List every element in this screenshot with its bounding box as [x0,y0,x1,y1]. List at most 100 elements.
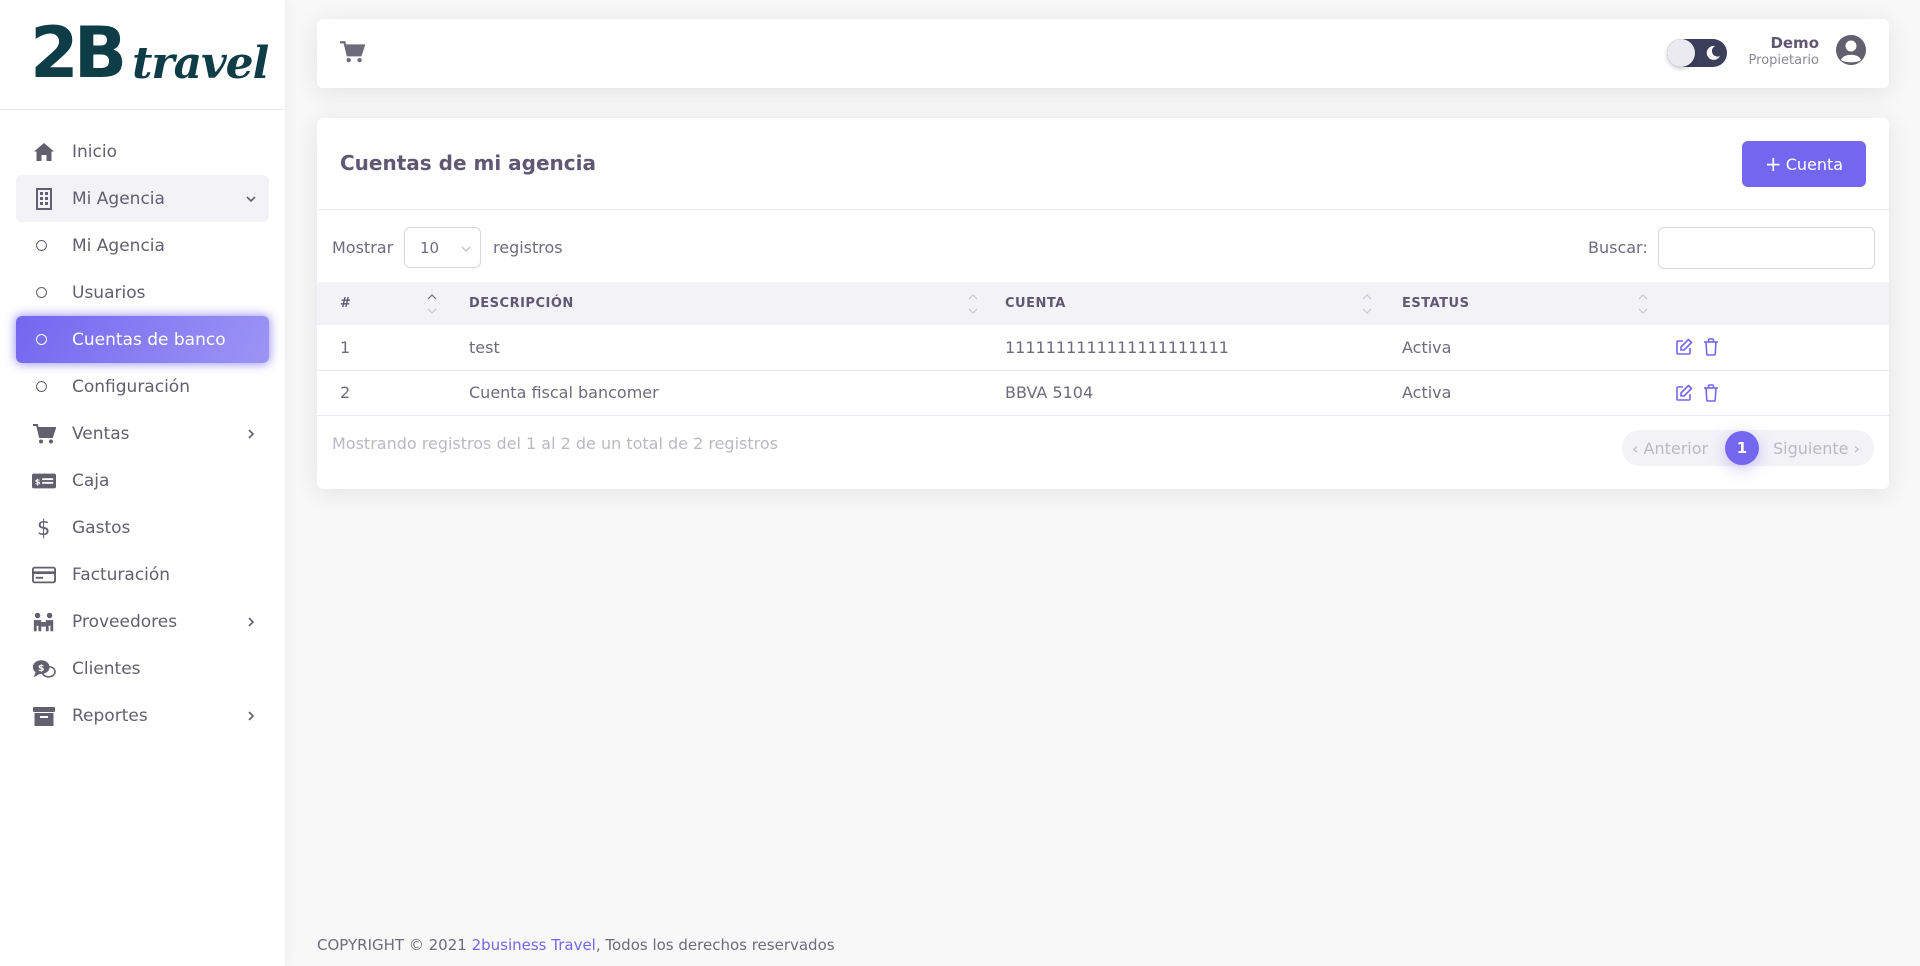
sort-icon [427,294,437,314]
plus-icon: + [1764,152,1782,176]
column-header-label: CUENTA [1005,296,1066,311]
sidebar-item-gastos[interactable]: $ Gastos [16,504,269,551]
table-controls: Mostrar 10 registros Buscar: [317,210,1889,283]
chevron-right-icon [248,710,255,721]
cell-account: 1111111111111111111111 [1005,337,1229,357]
user-avatar-icon[interactable] [1835,34,1867,66]
user-name: Demo [1770,34,1819,52]
dollar-icon: $ [32,516,56,540]
pagination-prev[interactable]: ‹ Anterior [1632,439,1708,458]
sidebar-item-facturacion[interactable]: Facturación [16,551,269,598]
sidebar-item-label: Usuarios [72,282,146,303]
table-row: 1 test 1111111111111111111111 Activa [317,325,1889,370]
chevron-down-icon [246,195,256,202]
accounts-card: Cuentas de mi agencia + Cuenta Mostrar 1… [317,118,1889,489]
sidebar-item-ventas[interactable]: Ventas [16,410,269,457]
chat-dollar-icon: $ [32,657,56,681]
cell-account: BBVA 5104 [1005,383,1094,402]
chevron-down-icon [461,246,471,252]
svg-text:$: $ [37,516,50,540]
sidebar-item-label: Inicio [72,141,117,162]
pagination-next-label: Siguiente [1773,439,1849,458]
sidebar-item-mi-agencia-sub[interactable]: Mi Agencia [16,222,269,269]
cell-actions [1665,370,1889,415]
sidebar-item-reportes[interactable]: Reportes [16,692,269,739]
trash-icon[interactable] [1703,338,1719,357]
page-title: Cuentas de mi agencia [340,151,596,175]
cart-icon[interactable] [339,40,366,68]
search-label: Buscar: [1588,238,1648,257]
column-header-label: # [340,296,352,311]
copyright-suffix: , Todos los derechos reservados [595,936,835,954]
sidebar-item-label: Configuración [72,376,190,397]
svg-text:$: $ [38,662,44,673]
cart-icon [32,422,56,446]
sidebar-item-proveedores[interactable]: Proveedores [16,598,269,645]
sidebar-item-label: Reportes [72,705,148,726]
sidebar-item-caja[interactable]: $ Caja [16,457,269,504]
card-header: Cuentas de mi agencia + Cuenta [317,118,1889,210]
sidebar-item-clientes[interactable]: $ Clientes [16,645,269,692]
sidebar-item-usuarios[interactable]: Usuarios [16,269,269,316]
pagination-page-1[interactable]: 1 [1725,431,1759,465]
moon-icon [1706,45,1720,60]
sidebar-item-label: Cuentas de banco [72,329,226,350]
show-label: Mostrar [332,238,394,257]
page-size-value: 10 [420,239,440,257]
brand-logo[interactable]: 2B travel [0,0,285,110]
user-role: Propietario [1748,53,1819,68]
accounts-table: # DESCRIPCIÓN CUENTA ESTATUS 1 test 1111… [317,282,1889,416]
edit-icon[interactable] [1675,338,1693,356]
toggle-knob [1667,39,1695,67]
pagination-prev-label: Anterior [1643,439,1709,458]
cell-num: 2 [340,383,351,402]
sidebar-nav: Inicio Mi Agencia Mi Agencia Usuarios Cu… [0,110,285,739]
cell-actions [1665,325,1889,370]
logo-main: 2B [30,12,127,94]
people-icon [32,610,56,634]
search-input[interactable] [1658,227,1875,269]
add-account-label: Cuenta [1785,154,1844,174]
sidebar-item-configuracion[interactable]: Configuración [16,363,269,410]
sidebar-item-label: Caja [72,470,110,491]
copyright: COPYRIGHT © 2021 2business Travel, Todos… [317,936,835,954]
column-header-num[interactable]: # [317,282,469,325]
company-link[interactable]: 2business Travel [472,936,596,954]
sidebar-item-label: Facturación [72,564,171,585]
building-icon [32,187,56,211]
page-size-select[interactable]: 10 [404,227,481,268]
column-header-actions [1665,282,1889,325]
sort-icon [1638,294,1648,314]
logo-sub: travel [132,38,269,89]
sidebar-item-cuentas-de-banco[interactable]: Cuentas de banco [16,316,269,363]
records-label: registros [493,238,563,257]
column-header-estatus[interactable]: ESTATUS [1402,282,1665,325]
edit-icon[interactable] [1675,384,1693,402]
circle-icon [34,375,48,399]
dark-mode-toggle[interactable] [1667,39,1727,67]
cell-description: test [469,337,500,357]
sidebar-item-inicio[interactable]: Inicio [16,128,269,175]
add-account-button[interactable]: + Cuenta [1742,141,1866,187]
pagination: ‹ Anterior 1 Siguiente › [1622,430,1874,466]
column-header-descripcion[interactable]: DESCRIPCIÓN [469,282,1005,325]
chevron-left-icon: ‹ [1632,439,1639,458]
sidebar-item-label: Ventas [72,423,130,444]
trash-icon[interactable] [1703,383,1719,402]
pagination-next[interactable]: Siguiente › [1773,439,1860,458]
sidebar-item-label: Mi Agencia [72,235,165,256]
sort-icon [1362,294,1372,314]
svg-text:$: $ [35,476,41,486]
table-row: 2 Cuenta fiscal bancomer BBVA 5104 Activ… [317,370,1889,415]
circle-icon [34,234,48,258]
column-header-cuenta[interactable]: CUENTA [1005,282,1402,325]
table-header-row: # DESCRIPCIÓN CUENTA ESTATUS [317,282,1889,325]
sidebar-item-mi-agencia[interactable]: Mi Agencia [16,175,269,222]
sidebar-item-label: Clientes [72,658,141,679]
cell-description: Cuenta fiscal bancomer [469,383,659,402]
chevron-right-icon [248,616,255,627]
circle-icon [34,328,48,352]
cell-status: Activa [1402,383,1452,402]
table-info: Mostrando registros del 1 al 2 de un tot… [332,434,778,453]
user-info[interactable]: Demo Propietario [1749,33,1819,69]
